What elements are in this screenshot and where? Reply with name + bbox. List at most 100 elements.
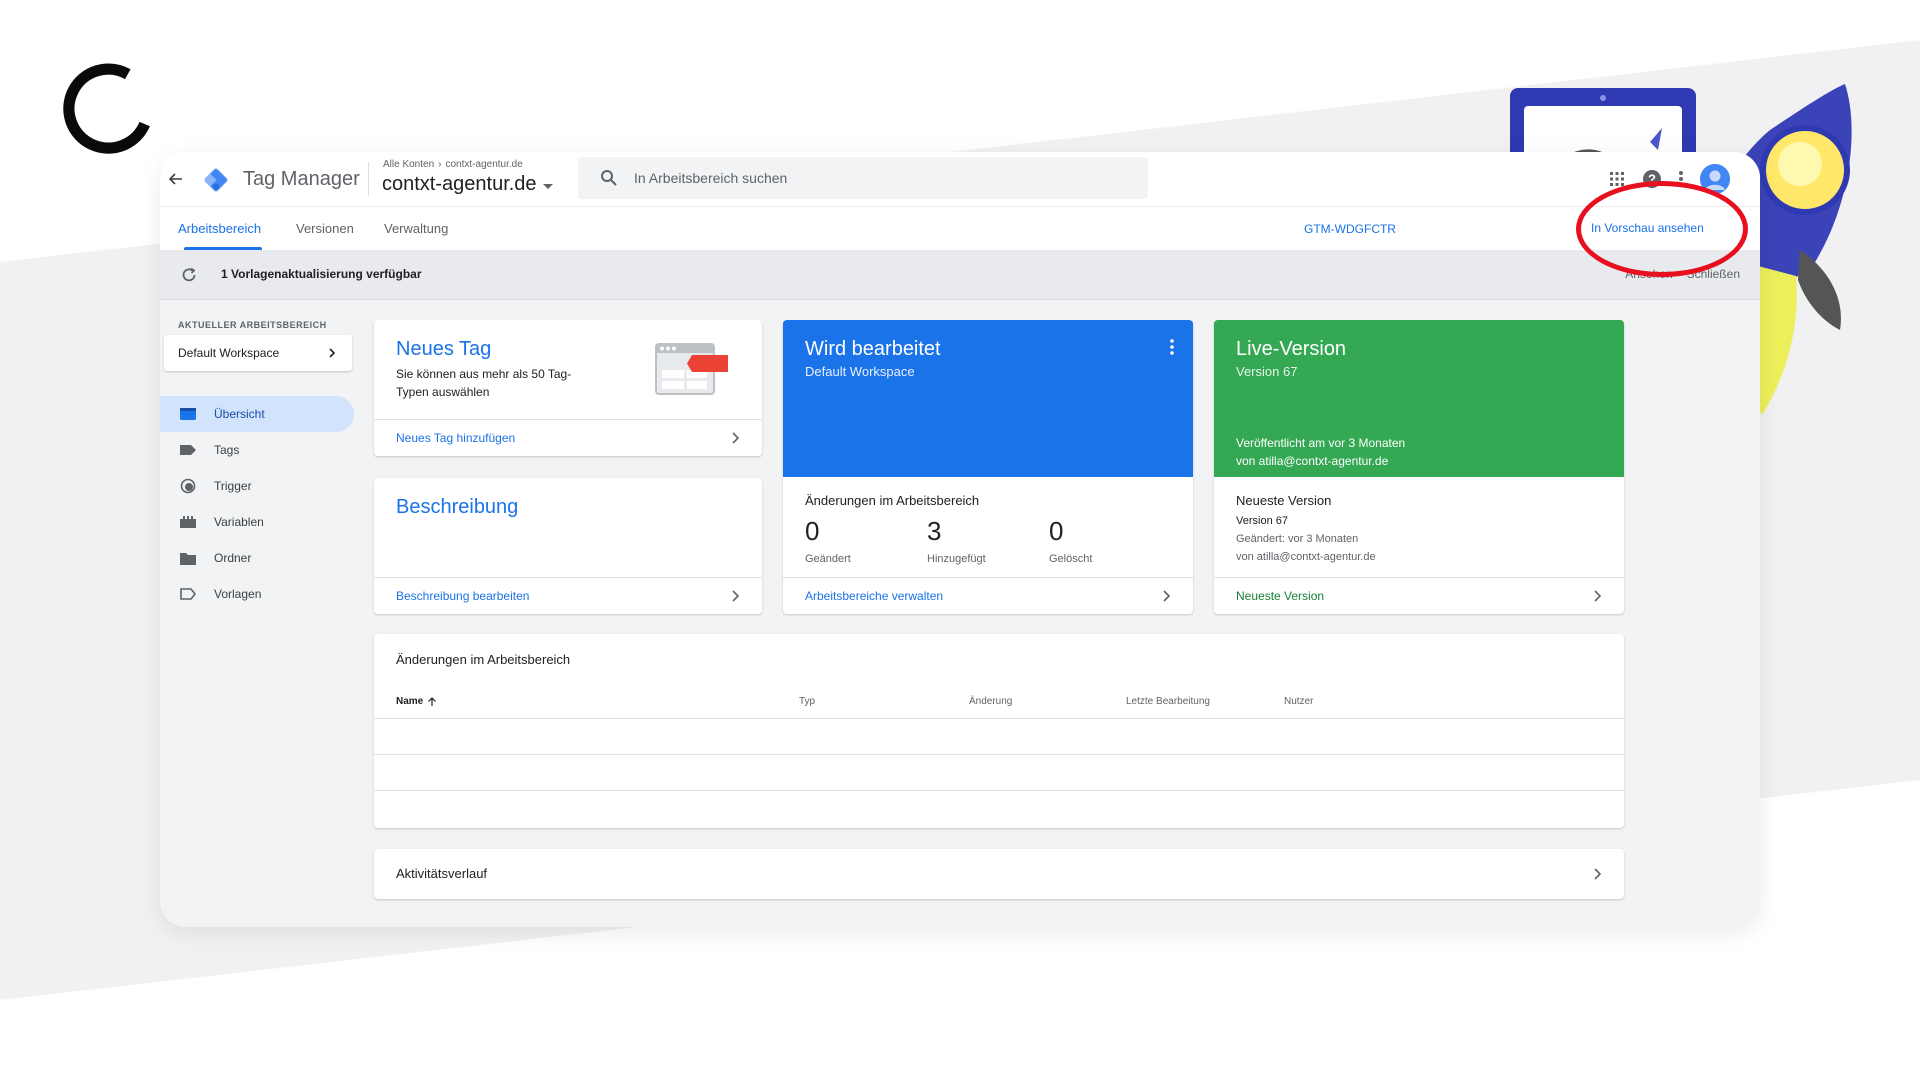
workspace-changes-table: Änderungen im Arbeitsbereich Name Typ Än… (374, 634, 1624, 828)
workspace-selector[interactable]: Default Workspace (164, 335, 352, 371)
add-new-tag-link[interactable]: Neues Tag hinzufügen (374, 419, 762, 456)
live-version-card: Live-Version Version 67 Veröffentlicht a… (1214, 320, 1624, 614)
edit-description-label: Beschreibung bearbeiten (396, 589, 530, 603)
template-icon (180, 586, 196, 602)
breadcrumb-container[interactable]: contxt-agentur.de (446, 159, 523, 170)
brand-logo-icon (63, 63, 150, 154)
stat-label: Gelöscht (1049, 553, 1093, 565)
live-card-header: Live-Version Version 67 Veröffentlicht a… (1214, 320, 1624, 477)
latest-version-number: Version 67 (1236, 515, 1288, 527)
column-header-label: Name (396, 696, 424, 707)
new-tag-description: Sie können aus mehr als 50 Tag-Typen aus… (396, 367, 572, 399)
changes-table-title: Änderungen im Arbeitsbereich (396, 652, 571, 667)
breadcrumb: Alle Konten › contxt-agentur.de (383, 159, 523, 170)
template-update-notice: 1 Vorlagenaktualisierung verfügbar Anseh… (160, 250, 1760, 300)
table-row (374, 754, 1624, 790)
sidebar-item-label: Übersicht (214, 407, 265, 421)
container-name: contxt-agentur.de (382, 173, 537, 195)
tab-workspace[interactable]: Arbeitsbereich (178, 221, 261, 236)
gtm-window: Tag Manager Alle Konten › contxt-agentur… (160, 152, 1760, 927)
manage-workspaces-link[interactable]: Arbeitsbereiche verwalten (783, 577, 1193, 614)
container-selector[interactable]: contxt-agentur.de (382, 173, 553, 196)
sidebar-item-folders[interactable]: Ordner (160, 540, 354, 576)
stat-label: Geändert (805, 553, 851, 565)
latest-version-changed: Geändert: vor 3 Monaten (1236, 533, 1359, 545)
folder-icon (180, 550, 196, 566)
preview-highlight-annotation (1576, 181, 1748, 277)
live-version-number: Version 67 (1236, 364, 1298, 379)
stat-changed[interactable]: 0 Geändert (805, 516, 927, 565)
stat-value: 0 (1049, 516, 1064, 546)
column-header-type[interactable]: Typ (799, 696, 815, 707)
add-new-tag-label: Neues Tag hinzufügen (396, 431, 516, 445)
tag-manager-logo-icon (204, 168, 228, 192)
sidebar-item-variables[interactable]: Variablen (160, 504, 354, 540)
notice-text: 1 Vorlagenaktualisierung verfügbar (221, 267, 422, 281)
overview-icon (180, 406, 196, 422)
more-vert-icon[interactable] (1169, 338, 1175, 356)
description-card: Beschreibung Beschreibung bearbeiten (374, 478, 762, 614)
product-name: Tag Manager (243, 168, 360, 190)
description-title: Beschreibung (396, 496, 519, 518)
sidebar-item-triggers[interactable]: Trigger (160, 468, 354, 504)
breadcrumb-all-accounts[interactable]: Alle Konten (383, 159, 434, 170)
chevron-right-icon (732, 432, 740, 444)
column-header-name[interactable]: Name (396, 696, 437, 707)
stat-label: Hinzugefügt (927, 553, 986, 565)
sidebar-item-label: Ordner (214, 551, 252, 565)
stat-added[interactable]: 3 Hinzugefügt (927, 516, 1049, 565)
latest-version-label: Neueste Version (1236, 589, 1325, 603)
caret-down-icon (542, 183, 553, 189)
chevron-right-icon (1594, 868, 1602, 880)
editing-workspace: Default Workspace (805, 364, 915, 379)
tab-bar: Arbeitsbereich Versionen Verwaltung GTM-… (160, 206, 1760, 250)
back-arrow-icon[interactable] (166, 169, 186, 189)
editing-card: Wird bearbeitet Default Workspace Änderu… (783, 320, 1193, 614)
workspace-changes-title: Änderungen im Arbeitsbereich (805, 493, 980, 508)
sidebar-nav: Übersicht Tags Trigger Variablen Ordner … (160, 396, 354, 612)
container-id[interactable]: GTM-WDGFCTR (1304, 222, 1396, 236)
table-row (374, 790, 1624, 826)
search-input[interactable] (634, 170, 1114, 186)
tag-icon (180, 442, 196, 458)
sidebar-item-label: Vorlagen (214, 587, 262, 601)
new-tag-illustration-icon (655, 343, 728, 395)
app-header: Tag Manager Alle Konten › contxt-agentur… (160, 152, 1760, 206)
new-tag-card: Neues Tag Sie können aus mehr als 50 Tag… (374, 320, 762, 456)
workspace-label: AKTUELLER ARBEITSBEREICH (178, 320, 327, 330)
chevron-right-icon (1594, 590, 1602, 602)
latest-version-by: von atilla@contxt-agentur.de (1236, 551, 1376, 563)
variables-icon (180, 514, 196, 530)
column-header-user[interactable]: Nutzer (1284, 696, 1313, 707)
live-title: Live-Version (1236, 338, 1347, 360)
manage-workspaces-label: Arbeitsbereiche verwalten (805, 589, 944, 603)
tab-admin[interactable]: Verwaltung (384, 221, 448, 236)
sidebar-item-label: Trigger (214, 479, 252, 493)
column-header-last-edited[interactable]: Letzte Bearbeitung (1126, 696, 1210, 707)
edit-description-link[interactable]: Beschreibung bearbeiten (374, 577, 762, 614)
tab-versions[interactable]: Versionen (296, 221, 354, 236)
changes-stats: 0 Geändert 3 Hinzugefügt 0 Gelöscht (805, 516, 1171, 565)
column-header-change[interactable]: Änderung (969, 696, 1012, 707)
latest-version-link[interactable]: Neueste Version (1214, 577, 1624, 614)
breadcrumb-separator-icon: › (438, 159, 442, 170)
chevron-right-icon (329, 348, 336, 358)
table-row (374, 718, 1624, 754)
trigger-icon (180, 478, 196, 494)
activity-history-row[interactable]: Aktivitätsverlauf (374, 849, 1624, 899)
activity-history-title: Aktivitätsverlauf (396, 866, 488, 881)
chevron-right-icon (1163, 590, 1171, 602)
stat-value: 3 (927, 516, 942, 546)
stat-deleted[interactable]: 0 Gelöscht (1049, 516, 1171, 565)
sidebar-item-label: Variablen (214, 515, 264, 529)
live-published-by: von atilla@contxt-agentur.de (1236, 454, 1389, 468)
chevron-right-icon (732, 590, 740, 602)
new-tag-title: Neues Tag (396, 338, 492, 360)
sidebar-item-tags[interactable]: Tags (160, 432, 354, 468)
sidebar-item-overview[interactable]: Übersicht (160, 396, 354, 432)
sidebar-item-label: Tags (214, 443, 240, 457)
header-divider (368, 162, 369, 196)
workspace-name: Default Workspace (178, 346, 280, 360)
sidebar-item-templates[interactable]: Vorlagen (160, 576, 354, 612)
stat-value: 0 (805, 516, 820, 546)
